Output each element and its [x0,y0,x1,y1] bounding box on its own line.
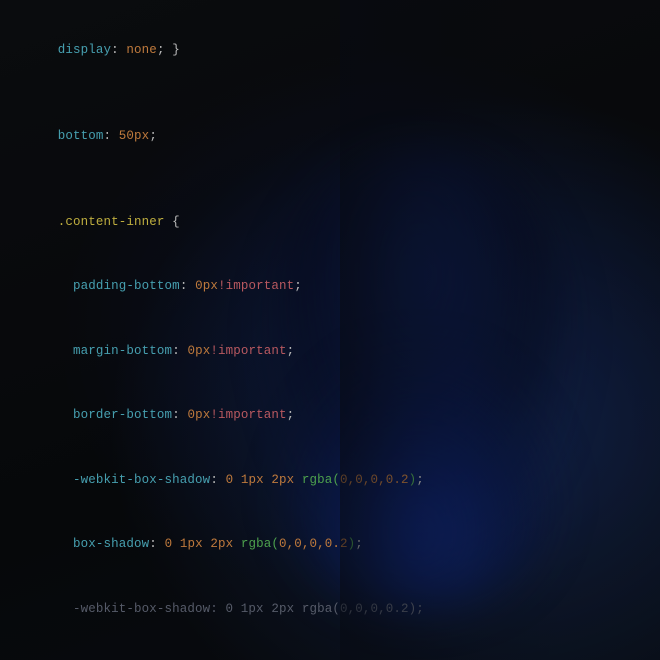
code-line-10: box-shadow: 0 1px 2px rgba(0,0,0,0.2); [0,513,660,578]
code-line-9: -webkit-box-shadow: 0 1px 2px rgba(0,0,0… [0,448,660,513]
code-line-1: display: none; } [0,18,660,83]
code-line-blank-2 [0,169,660,191]
code-line-blank-1 [0,83,660,105]
code-line-5: .content-inner { [0,190,660,255]
code-line-3: bottom: 50px; [0,104,660,169]
code-line-12: box-shadow: 0 1px 2px rgba(0,0,0,0.2); [0,642,660,660]
code-line-11: -webkit-box-shadow: 0 1px 2px rgba(0,0,0… [0,577,660,642]
screen: display: none; } bottom: 50px; .content-… [0,0,660,660]
code-line-6: padding-bottom: 0px!important; [0,255,660,320]
code-area: display: none; } bottom: 50px; .content-… [0,0,660,660]
code-line-8: border-bottom: 0px!important; [0,384,660,449]
code-line-7: margin-bottom: 0px!important; [0,319,660,384]
